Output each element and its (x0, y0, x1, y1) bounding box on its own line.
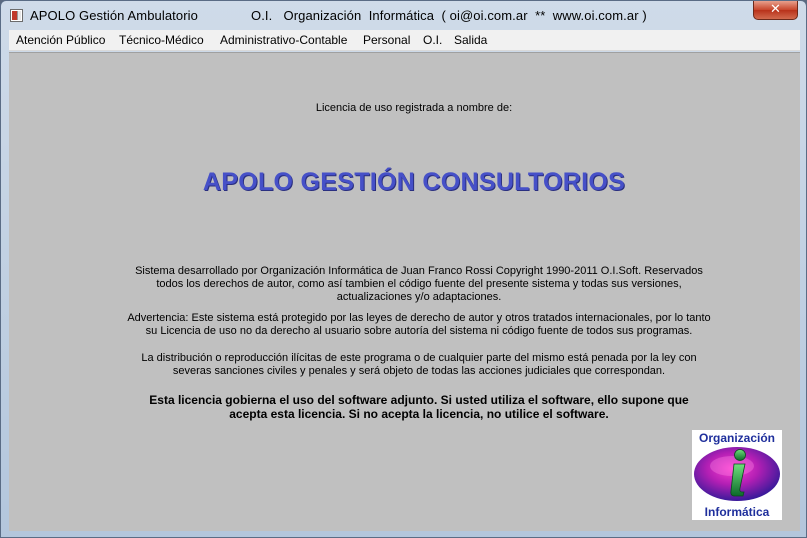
paragraph-line: su Licencia de uso no da derecho al usua… (145, 325, 693, 337)
close-button[interactable]: ✕ (753, 1, 798, 20)
paragraph-line: acepta esta licencia. Si no acepta la li… (229, 407, 609, 421)
paragraph-line: La distribución o reproducción ilícitas … (141, 352, 697, 364)
menu-bar: Atención Público Técnico-Médico Administ… (9, 30, 800, 51)
paragraph-line: severas sanciones civiles y penales y se… (172, 365, 666, 377)
menu-administrativo-contable[interactable]: Administrativo-Contable (220, 33, 347, 47)
logo-bottom-text: Informática (704, 505, 770, 519)
license-registered-label: Licencia de uso registrada a nombre de: (315, 102, 513, 114)
window-title-info: O.I. Organización Informática ( oi@oi.co… (251, 8, 647, 23)
window-title: APOLO Gestión Ambulatorio (30, 8, 198, 23)
title-bar[interactable]: APOLO Gestión Ambulatorio O.I. Organizac… (1, 1, 806, 29)
main-window: APOLO Gestión Ambulatorio O.I. Organizac… (0, 0, 807, 538)
menu-salida[interactable]: Salida (454, 33, 487, 47)
paragraph-line: Sistema desarrollado por Organización In… (135, 265, 703, 277)
warning-paragraph: Advertencia: Este sistema está protegido… (99, 312, 739, 338)
client-area: Licencia de uso registrada a nombre de: … (9, 52, 800, 531)
paragraph-line: actualizaciones y/o adaptaciones. (336, 291, 502, 303)
paragraph-line: todos los derechos de autor, como así ta… (156, 278, 682, 290)
menu-tecnico-medico[interactable]: Técnico-Médico (119, 33, 204, 47)
menu-oi[interactable]: O.I. (423, 33, 442, 47)
menu-personal[interactable]: Personal (363, 33, 410, 47)
product-title: APOLO GESTIÓN CONSULTORIOS (202, 168, 626, 196)
distribution-paragraph: La distribución o reproducción ilícitas … (99, 352, 739, 378)
app-icon[interactable] (10, 9, 23, 22)
company-logo: Organización Informática (692, 430, 782, 520)
paragraph-line: Advertencia: Este sistema está protegido… (127, 312, 711, 324)
paragraph-line: Esta licencia gobierna el uso del softwa… (149, 393, 689, 407)
menu-atencion-publico[interactable]: Atención Público (16, 33, 105, 47)
license-terms-paragraph: Esta licencia gobierna el uso del softwa… (99, 393, 739, 421)
copyright-paragraph: Sistema desarrollado por Organización In… (99, 265, 739, 304)
